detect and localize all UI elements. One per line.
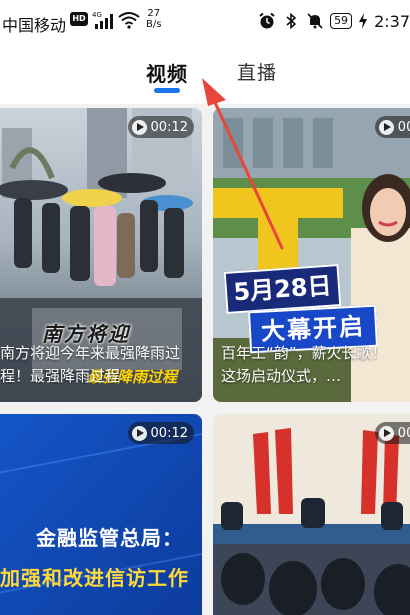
video-duration-badge: 00:3 [374,116,410,138]
mute-icon [307,13,323,29]
network-type-label: 4G [92,11,102,19]
duration-text: 00:12 [150,119,188,135]
carrier-name: 中国移动 [2,16,67,35]
network-speed: 27 B/s [146,8,161,30]
play-icon [131,425,147,441]
active-tab-indicator [154,88,180,93]
play-icon [378,425,394,441]
video-duration-badge: 00:12 [127,422,194,444]
alarm-icon [259,12,275,29]
clock-time: 2:37 [374,11,410,31]
video-thumbnail-meeting [213,414,410,615]
video-duration-badge: 00:4 [374,422,410,444]
video-card[interactable]: 00:4 [213,414,410,615]
cellular-signal-icon: 4G [92,11,113,29]
play-icon [378,119,394,135]
duration-text: 00:12 [150,425,188,441]
hd-icon: HD [70,12,88,26]
status-bar: 中国移动 HD 4G 27 B/s 59 2:37 [0,0,410,46]
duration-text: 00:3 [397,119,410,135]
video-caption: 南方将迎今年来最强降雨过程！最强降雨过程 [0,344,181,385]
video-card[interactable]: 金融监管总局： 加强和改进信访工作 00:12 [0,414,202,615]
play-icon [131,119,147,135]
speed-unit: B/s [146,19,162,30]
status-right-group: 59 2:37 [258,10,410,32]
video-overlay-subtitle: 加强和改进信访工作 [0,566,189,590]
video-overlay-title: 金融监管总局： [36,526,183,550]
duration-text: 00:4 [397,425,410,441]
bluetooth-icon [286,12,297,30]
video-duration-badge: 00:12 [127,116,194,138]
video-card[interactable]: 南方将迎 最强降雨过程 00:12 南方将迎今年来最强降雨过程！最强降雨过程 [0,108,202,402]
tab-video[interactable]: 视频 [146,58,188,87]
speed-value: 27 [147,8,161,19]
wifi-icon [118,12,140,29]
annotation-arrow [202,78,284,250]
charging-icon [359,13,368,29]
battery-level: 59 [330,13,353,29]
video-caption: 百年工“韵”，薪火长歌！这场启动仪式，… [221,344,387,385]
